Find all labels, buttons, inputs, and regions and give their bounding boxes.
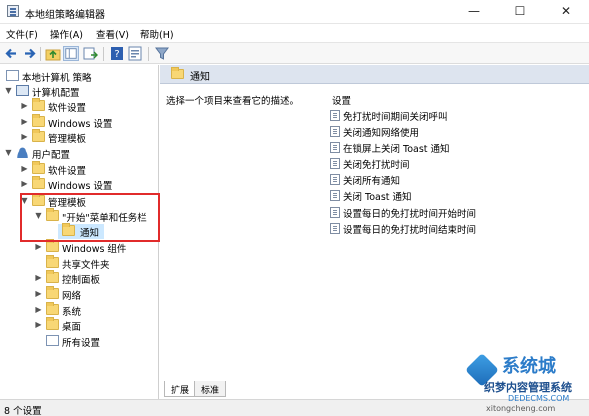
help-icon[interactable]: ? bbox=[109, 46, 125, 61]
minimize-button[interactable]: — bbox=[451, 0, 497, 24]
export-list-icon[interactable] bbox=[82, 46, 98, 61]
policy-setting-icon bbox=[330, 142, 340, 153]
description-text: 选择一个项目来查看它的描述。 bbox=[166, 96, 300, 107]
window-title: 本地组策略编辑器 bbox=[25, 10, 105, 21]
policy-setting-icon bbox=[330, 110, 340, 121]
details-pane: 通知 选择一个项目来查看它的描述。 设置 免打扰时间期间关闭呼叫 关闭通知网络使… bbox=[160, 65, 589, 399]
menu-help[interactable]: 帮助(H) bbox=[140, 27, 174, 41]
folder-icon bbox=[46, 239, 59, 252]
tree-item-local-policy[interactable]: 本地计算机 策略 bbox=[0, 69, 158, 84]
folder-icon bbox=[46, 302, 59, 315]
tab-extended[interactable]: 扩展 bbox=[164, 381, 197, 397]
app-icon bbox=[7, 5, 19, 17]
chevron-right-icon[interactable]: ▶ bbox=[20, 132, 29, 141]
user-icon bbox=[16, 147, 29, 158]
toolbar-separator bbox=[148, 47, 149, 61]
policy-setting-icon bbox=[330, 190, 340, 201]
policy-setting-icon bbox=[330, 207, 340, 218]
folder-icon bbox=[32, 161, 45, 174]
tree-item-software-settings[interactable]: ▶ 软件设置 bbox=[20, 98, 158, 114]
tree-item-windows-settings[interactable]: ▶ Windows 设置 bbox=[20, 176, 158, 192]
tree-item-desktop[interactable]: ▶ 桌面 bbox=[34, 317, 158, 333]
folder-icon bbox=[46, 270, 59, 283]
status-text: 8 个设置 bbox=[4, 406, 42, 416]
setting-item[interactable]: 设置每日的免打扰时间结束时间 bbox=[330, 221, 530, 236]
tree-item-all-settings[interactable]: 所有设置 bbox=[34, 334, 158, 349]
setting-item[interactable]: 关闭通知网络使用 bbox=[330, 124, 530, 139]
menu-bar: 文件(F) 操作(A) 查看(V) 帮助(H) bbox=[0, 24, 589, 42]
toolbar-separator bbox=[40, 47, 41, 61]
tree-item-computer-config[interactable]: ▼ 计算机配置 bbox=[4, 84, 158, 99]
watermark-cn: 织梦内容管理系统 bbox=[484, 381, 572, 394]
chevron-right-icon[interactable]: ▶ bbox=[34, 242, 43, 251]
watermark-url2: xitongcheng.com bbox=[486, 404, 556, 413]
chevron-right-icon[interactable]: ▶ bbox=[34, 289, 43, 298]
up-folder-icon[interactable] bbox=[45, 46, 61, 61]
tree-item-user-config[interactable]: ▼ 用户配置 bbox=[4, 146, 158, 161]
back-icon[interactable] bbox=[4, 46, 20, 61]
close-button[interactable]: ✕ bbox=[543, 0, 589, 24]
policy-setting-icon bbox=[330, 223, 340, 234]
details-title: 通知 bbox=[190, 72, 210, 83]
folder-icon bbox=[32, 98, 45, 111]
tree-item-control-panel[interactable]: ▶ 控制面板 bbox=[34, 270, 158, 286]
menu-action[interactable]: 操作(A) bbox=[50, 27, 83, 41]
setting-item[interactable]: 免打扰时间期间关闭呼叫 bbox=[330, 108, 530, 123]
chevron-down-icon[interactable]: ▼ bbox=[4, 86, 13, 95]
folder-icon bbox=[46, 317, 59, 330]
highlight-box bbox=[20, 193, 160, 242]
title-bar: 本地组策略编辑器 — ☐ ✕ bbox=[0, 0, 589, 24]
settings-icon bbox=[46, 335, 59, 346]
setting-item[interactable]: 关闭 Toast 通知 bbox=[330, 188, 530, 203]
policy-setting-icon bbox=[330, 126, 340, 137]
folder-icon bbox=[32, 176, 45, 189]
tree-item-windows-settings[interactable]: ▶ Windows 设置 bbox=[20, 114, 158, 130]
forward-icon[interactable] bbox=[21, 46, 37, 61]
chevron-right-icon[interactable]: ▶ bbox=[34, 273, 43, 282]
policy-icon bbox=[6, 70, 19, 81]
menu-file[interactable]: 文件(F) bbox=[6, 27, 38, 41]
toolbar: ? bbox=[0, 42, 589, 64]
watermark-url: DEDECMS.COM bbox=[508, 394, 570, 403]
tree-item-windows-components[interactable]: ▶ Windows 组件 bbox=[34, 239, 158, 255]
menu-view[interactable]: 查看(V) bbox=[96, 27, 129, 41]
settings-column-header[interactable]: 设置 bbox=[332, 93, 351, 107]
setting-item[interactable]: 在锁屏上关闭 Toast 通知 bbox=[330, 140, 530, 155]
folder-icon bbox=[32, 129, 45, 142]
chevron-right-icon[interactable]: ▶ bbox=[20, 117, 29, 126]
chevron-right-icon[interactable]: ▶ bbox=[34, 305, 43, 314]
watermark: 系统城 织梦内容管理系统 DEDECMS.COM xitongcheng.com bbox=[465, 352, 589, 416]
policy-setting-icon bbox=[330, 174, 340, 185]
tree-item-system[interactable]: ▶ 系统 bbox=[34, 302, 158, 318]
tree-item-admin-templates[interactable]: ▶ 管理模板 bbox=[20, 129, 158, 145]
setting-item[interactable]: 设置每日的免打扰时间开始时间 bbox=[330, 205, 530, 220]
folder-icon bbox=[46, 255, 59, 268]
tab-standard[interactable]: 标准 bbox=[194, 381, 227, 397]
setting-item[interactable]: 关闭所有通知 bbox=[330, 172, 530, 187]
tree-item-network[interactable]: ▶ 网络 bbox=[34, 286, 158, 302]
filter-icon[interactable] bbox=[154, 46, 170, 61]
computer-icon bbox=[16, 85, 29, 96]
chevron-right-icon[interactable]: ▶ bbox=[20, 164, 29, 173]
details-header: 通知 bbox=[160, 65, 589, 84]
view-tabs: 扩展 标准 bbox=[160, 381, 300, 398]
setting-item[interactable]: 关闭免打扰时间 bbox=[330, 156, 530, 171]
folder-icon bbox=[32, 114, 45, 127]
chevron-right-icon[interactable]: ▶ bbox=[34, 320, 43, 329]
policy-setting-icon bbox=[330, 158, 340, 169]
tree-item-shared-folders[interactable]: 共享文件夹 bbox=[34, 255, 158, 271]
properties-icon[interactable] bbox=[127, 46, 143, 61]
toolbar-separator bbox=[103, 47, 104, 61]
folder-icon bbox=[171, 67, 184, 79]
show-hide-tree-icon[interactable] bbox=[63, 46, 79, 61]
folder-icon bbox=[46, 286, 59, 299]
svg-text:?: ? bbox=[114, 49, 119, 60]
tree-item-software-settings[interactable]: ▶ 软件设置 bbox=[20, 161, 158, 177]
chevron-down-icon[interactable]: ▼ bbox=[4, 148, 13, 157]
chevron-right-icon[interactable]: ▶ bbox=[20, 101, 29, 110]
watermark-brand: 系统城 bbox=[502, 356, 556, 377]
chevron-right-icon[interactable]: ▶ bbox=[20, 179, 29, 188]
maximize-button[interactable]: ☐ bbox=[497, 0, 543, 24]
